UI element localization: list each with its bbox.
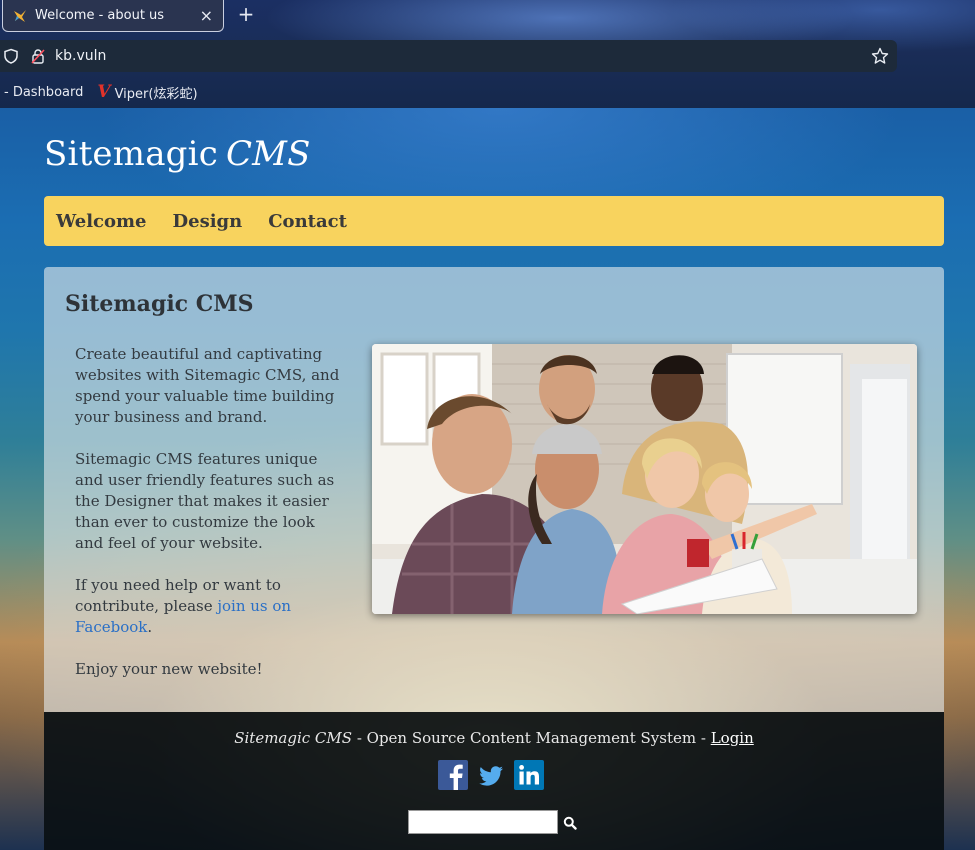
nav-contact[interactable]: Contact [268,211,347,232]
insecure-lock-icon[interactable] [31,48,45,64]
help-suffix: . [147,618,153,636]
site-title-main: Sitemagic [44,134,218,174]
site-title[interactable]: Sitemagic CMS [44,134,311,174]
address-bar[interactable]: kb.vuln [0,40,897,72]
search-input[interactable] [408,810,558,834]
content-panel: Sitemagic CMS Create beautiful and capti… [44,267,944,712]
bookmarks-bar: - Dashboard V Viper(炫彩蛇) [0,80,975,104]
search-icon[interactable] [563,815,577,830]
facebook-icon[interactable] [438,760,468,790]
footer-brand: Sitemagic CMS [234,729,353,747]
website-page: Sitemagic CMS Welcome Design Contact Site… [0,108,975,850]
tab-title: Welcome - about us [35,8,165,23]
twitter-icon[interactable] [476,760,506,790]
bookmark-dashboard[interactable]: - Dashboard [4,85,83,100]
nav-design[interactable]: Design [173,211,243,232]
url-text[interactable]: kb.vuln [55,48,871,64]
footer-tagline: - Open Source Content Management System … [352,729,711,747]
nav-welcome[interactable]: Welcome [56,211,147,232]
browser-tab[interactable]: Welcome - about us × [2,0,224,32]
tab-close-icon[interactable]: × [200,7,213,24]
footer-text: Sitemagic CMS - Open Source Content Mana… [44,729,944,747]
new-tab-button[interactable]: + [236,4,256,24]
site-title-italic: CMS [225,134,311,174]
main-navigation: Welcome Design Contact [44,196,944,246]
bookmark-star-icon[interactable] [871,47,889,65]
features-paragraph: Sitemagic CMS features unique and user f… [75,450,335,552]
page-heading: Sitemagic CMS [65,291,254,317]
bookmark-label: Viper(炫彩蛇) [114,86,198,102]
help-paragraph: If you need help or want to contribute, … [75,575,345,638]
bookmark-viper[interactable]: V Viper(炫彩蛇) [97,83,197,102]
social-links [438,760,552,790]
shield-icon[interactable] [3,48,19,64]
intro-paragraph: Create beautiful and captivating website… [75,345,340,426]
viper-icon: V [97,81,111,102]
tab-favicon-icon [13,9,27,23]
site-footer: Sitemagic CMS - Open Source Content Mana… [44,712,944,850]
content-text: Create beautiful and captivating website… [75,344,345,701]
browser-chrome: Welcome - about us × + kb.vuln - Dashboa… [0,0,975,108]
footer-search [408,810,577,834]
bookmark-label: - Dashboard [4,84,84,100]
login-link[interactable]: Login [711,729,754,747]
linkedin-icon[interactable] [514,760,544,790]
enjoy-paragraph: Enjoy your new website! [75,660,263,678]
team-photo [372,344,917,614]
